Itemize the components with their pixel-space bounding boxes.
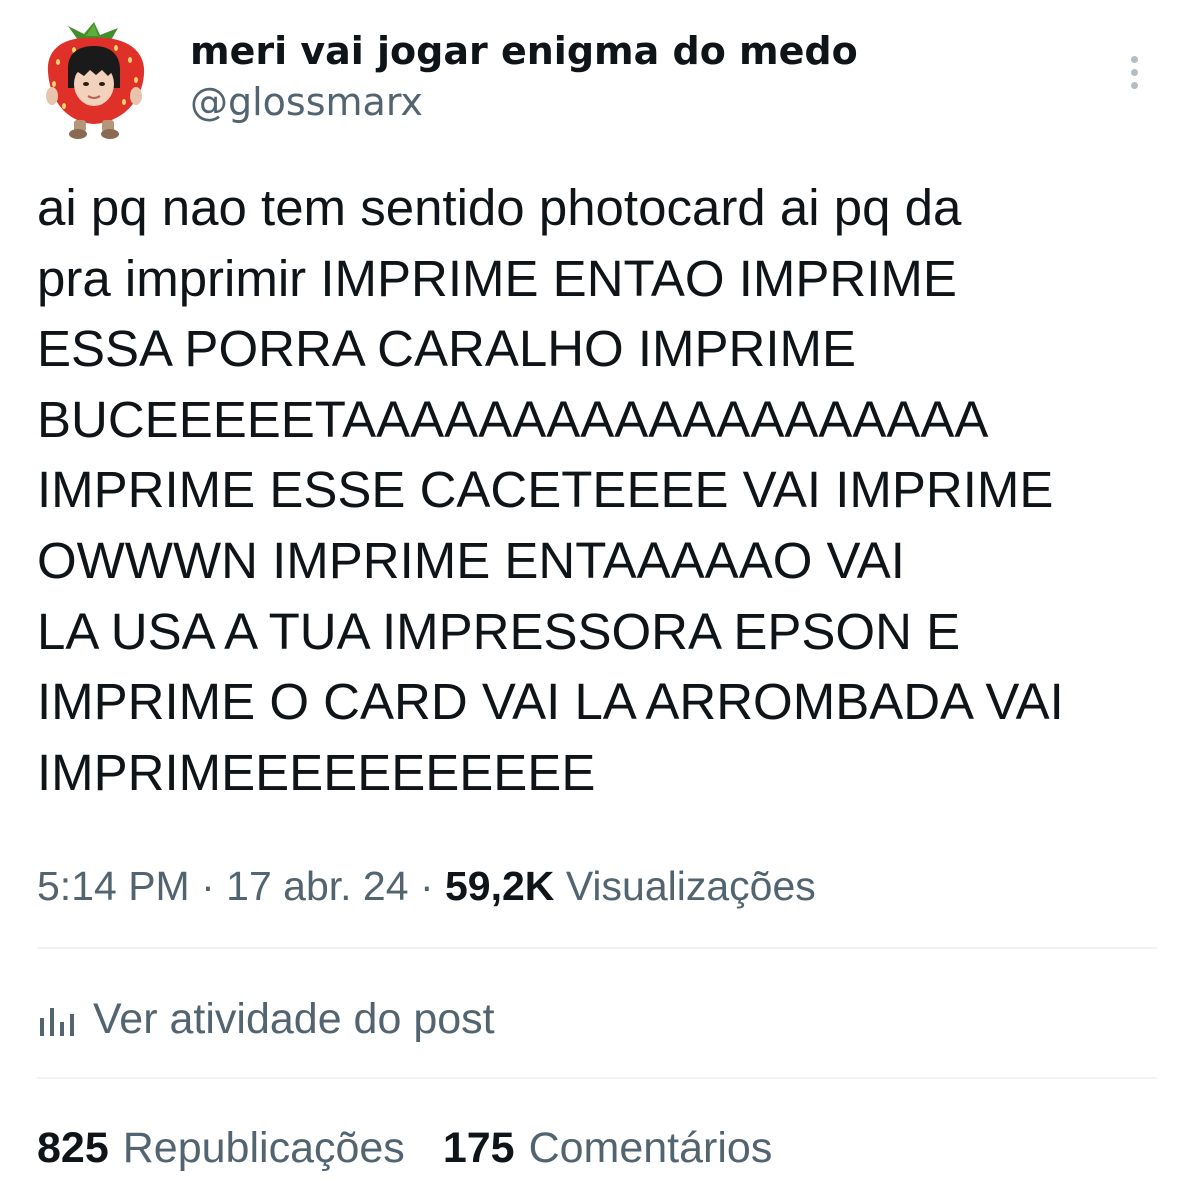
tweet-text: ai pq nao tem sentido photocard ai pq da…	[37, 173, 1157, 808]
tweet-text-line: OWWWN IMPRIME ENTAAAAAO VAI	[37, 531, 905, 589]
divider	[37, 1077, 1157, 1079]
tweet-date[interactable]: 17 abr. 24	[226, 863, 408, 909]
view-post-activity-button[interactable]: Ver atividade do post	[37, 991, 495, 1047]
comments-label: Comentários	[528, 1124, 773, 1172]
strawberry-costume-avatar-icon	[46, 22, 145, 139]
meta-separator: ·	[201, 863, 227, 909]
reposts-stat[interactable]: 825 Republicações	[37, 1118, 405, 1178]
view-post-activity-label: Ver atividade do post	[93, 995, 495, 1043]
tweet-text-line: IMPRIMEEEEEEEEEEE	[37, 743, 596, 801]
tweet-time[interactable]: 5:14 PM	[37, 863, 190, 909]
tweet-stats: 825 Republicações 175 Comentários	[37, 1118, 810, 1178]
tweet-text-line: LA USA A TUA IMPRESSORA EPSON E	[37, 602, 961, 660]
more-options-button[interactable]	[1118, 50, 1150, 94]
views-label: Visualizações	[565, 863, 816, 909]
avatar[interactable]	[38, 22, 150, 140]
reposts-label: Republicações	[122, 1124, 405, 1172]
author-info: meri vai jogar enigma do medo @glossmarx	[190, 26, 858, 128]
meta-separator: ·	[419, 863, 445, 909]
tweet-text-line: pra imprimir IMPRIME ENTAO IMPRIME	[37, 249, 957, 307]
more-vertical-icon	[1131, 56, 1138, 63]
tweet-text-line: BUCEEEEETAAAAAAAAAAAAAAAAAAA	[37, 390, 989, 448]
handle[interactable]: @glossmarx	[190, 76, 858, 128]
tweet-meta: 5:14 PM · 17 abr. 24 · 59,2K Visualizaçõ…	[37, 858, 816, 914]
divider	[37, 947, 1157, 949]
tweet-text-line: ai pq nao tem sentido photocard ai pq da	[37, 179, 962, 236]
tweet-text-line: IMPRIME O CARD VAI LA ARROMBADA VAI	[37, 673, 1064, 731]
display-name[interactable]: meri vai jogar enigma do medo	[190, 26, 858, 76]
tweet-text-line: IMPRIME ESSE CACETEEEE VAI IMPRIME	[37, 461, 1054, 519]
reposts-count: 825	[37, 1124, 109, 1172]
tweet-text-line: ESSA PORRA CARALHO IMPRIME	[37, 320, 857, 378]
views-count: 59,2K	[445, 863, 555, 909]
comments-count: 175	[442, 1124, 515, 1172]
analytics-bars-icon	[40, 1008, 74, 1036]
comments-stat[interactable]: 175 Comentários	[443, 1118, 773, 1178]
tweet-card: meri vai jogar enigma do medo @glossmarx…	[0, 0, 1193, 1200]
